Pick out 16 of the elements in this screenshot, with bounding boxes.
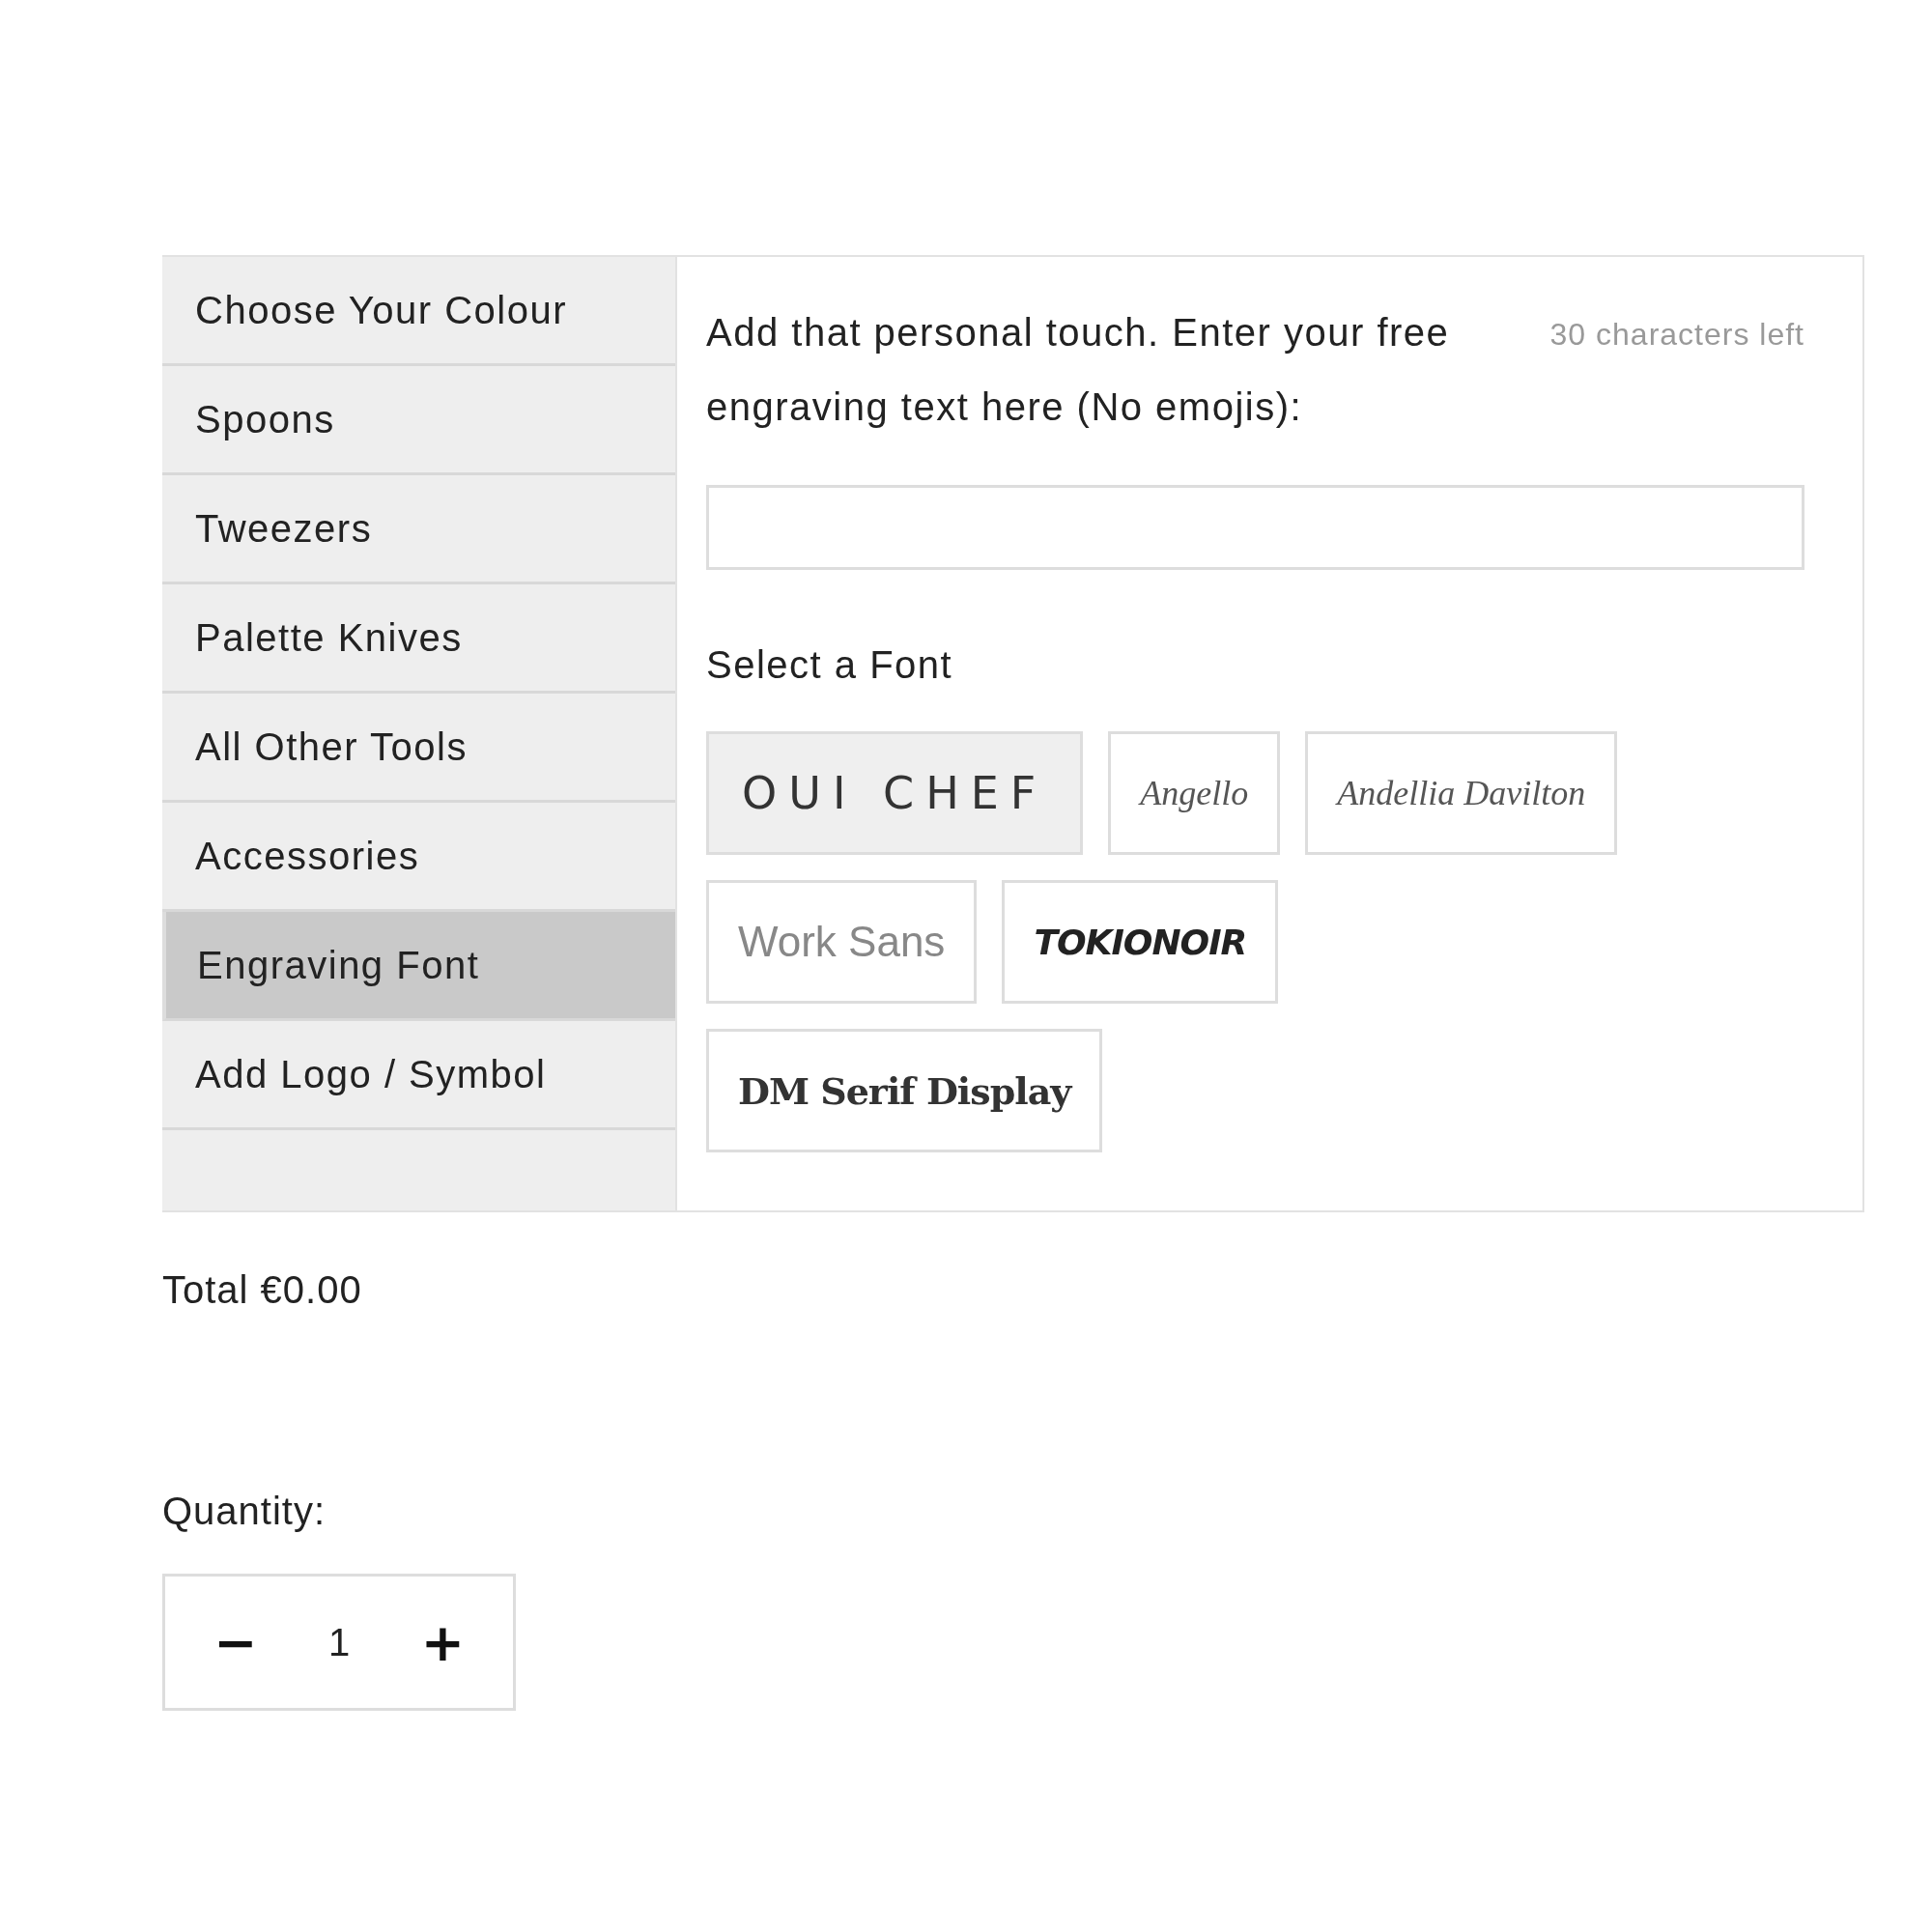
engraving-prompt: Add that personal touch. Enter your free engraving text here (No emojis): [706,310,1451,430]
quantity-label: Quantity: [162,1490,327,1533]
font-option[interactable]: TOKIONOIR [1002,880,1279,1004]
font-option[interactable]: OUI CHEF [706,731,1084,855]
total-price: Total €0.00 [162,1268,363,1312]
font-option[interactable]: Work Sans [706,880,978,1004]
increase-button[interactable]: + [411,1611,474,1673]
sidebar-item[interactable]: Engraving Font [162,912,675,1021]
character-counter: 30 characters left [1549,317,1804,353]
engraving-text-field[interactable] [706,485,1804,570]
quantity-value[interactable]: 1 [327,1620,351,1664]
font-option[interactable]: DM Serif Display [706,1029,1103,1152]
font-option[interactable]: Andellia Davilton [1305,731,1618,855]
decrease-button[interactable]: − [204,1611,268,1673]
font-option[interactable]: Angello [1108,731,1281,855]
font-heading: Select a Font [706,643,954,687]
